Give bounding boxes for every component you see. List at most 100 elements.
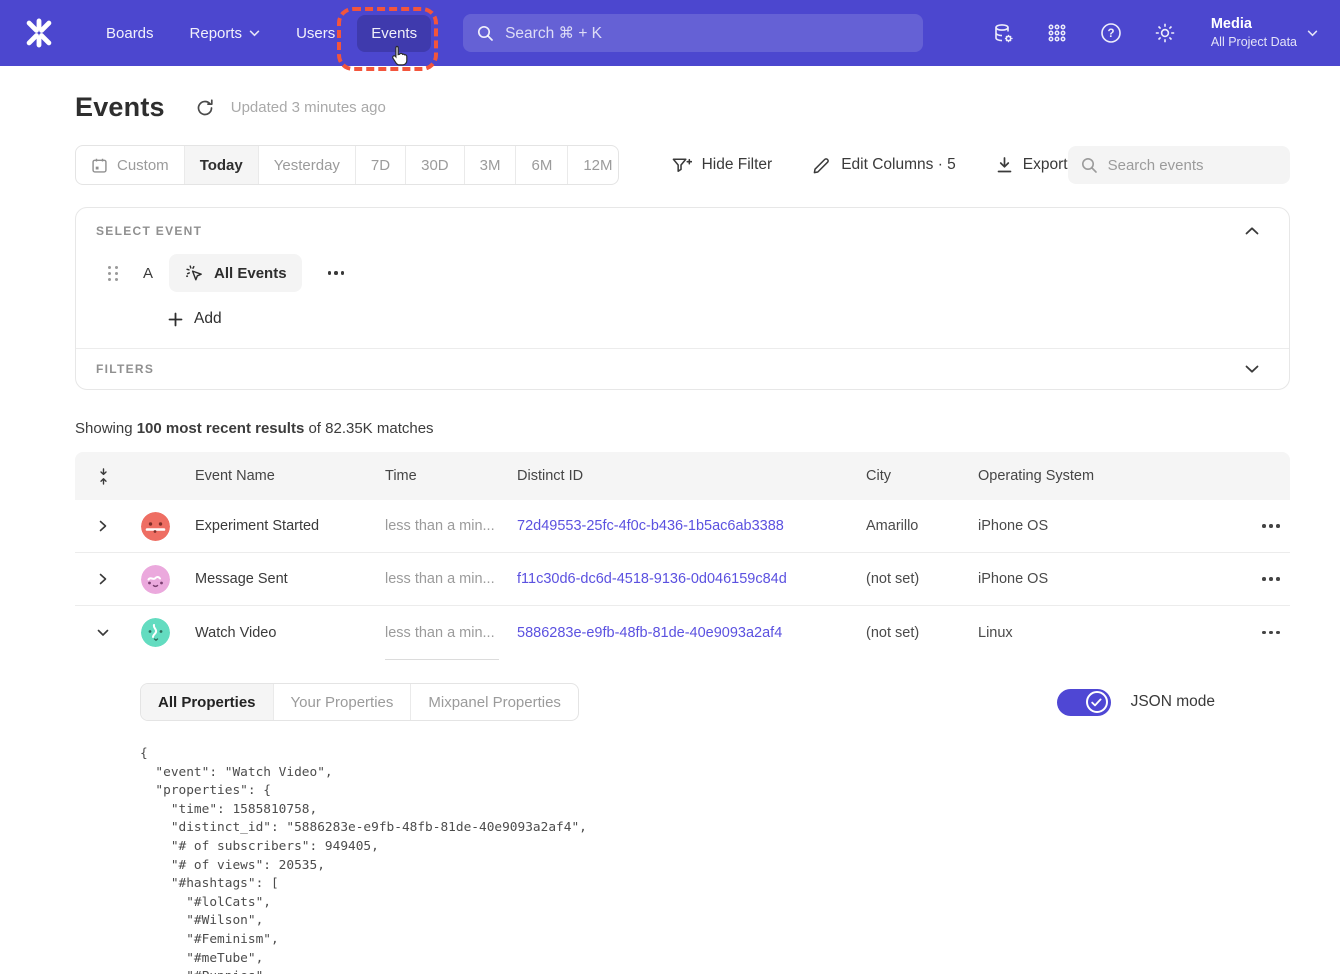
data-management-icon[interactable] [991,21,1015,45]
plus-icon [168,312,183,327]
drag-handle[interactable] [108,266,119,281]
table-header-row: Event Name Time Distinct ID City Operati… [75,452,1290,500]
apps-grid-icon[interactable] [1045,21,1069,45]
row-more-options-icon[interactable] [1262,631,1290,635]
date-option-6m[interactable]: 6M [516,146,568,184]
event-avatar [141,512,170,541]
filter-funnel-icon [671,156,692,175]
global-search-placeholder: Search ⌘ + K [505,24,602,43]
collapse-section-icon[interactable] [1245,224,1259,238]
mixpanel-logo-icon[interactable] [22,16,56,50]
column-header-os[interactable]: Operating System [978,468,1168,484]
page-header: Events Updated 3 minutes ago [75,92,1290,123]
collapse-all-rows-icon[interactable] [97,468,110,485]
event-avatar [141,618,170,647]
cell-os: iPhone OS [978,571,1168,587]
export-button[interactable]: Export [996,156,1068,174]
event-selector-button[interactable]: All Events [169,254,302,292]
last-updated-text: Updated 3 minutes ago [231,99,386,116]
cell-time: less than a min... [385,625,517,641]
selected-event-name: All Events [214,265,287,282]
date-option-custom[interactable]: Custom [76,146,185,184]
tab-mixpanel-properties[interactable]: Mixpanel Properties [411,684,578,720]
column-header-event-name[interactable]: Event Name [195,468,385,484]
properties-tabs: All Properties Your Properties Mixpanel … [140,683,579,721]
date-option-yesterday[interactable]: Yesterday [259,146,356,184]
select-event-section: SELECT EVENT A All Events [76,208,1289,348]
nav-item-boards[interactable]: Boards [92,15,168,52]
events-page: Events Updated 3 minutes ago Custom Toda… [0,66,1340,974]
event-step-letter: A [143,265,153,282]
svg-text:?: ? [1107,28,1114,40]
cell-time: less than a min... [385,571,517,587]
date-range-control: Custom Today Yesterday 7D 30D 3M 6M 12M [75,145,619,185]
date-option-12m[interactable]: 12M [568,146,618,184]
cursor-pointer-icon [388,44,410,68]
add-event-button[interactable]: Add [168,310,1269,328]
column-header-distinct-id[interactable]: Distinct ID [517,468,866,484]
edit-columns-button[interactable]: Edit Columns · 5 [812,156,956,175]
table-row[interactable]: Message Sent less than a min... f11c30d6… [75,553,1290,606]
row-more-options-icon[interactable] [1262,577,1290,581]
project-selector[interactable]: Media All Project Data [1211,15,1318,51]
cell-event-name: Watch Video [195,625,385,641]
date-option-7d[interactable]: 7D [356,146,406,184]
nav-item-reports[interactable]: Reports [176,15,275,52]
expand-row-icon[interactable] [97,573,109,585]
cell-distinct-id-link[interactable]: 5886283e-e9fb-48fb-81de-40e9093a2af4 [517,625,866,641]
event-detail-panel: All Properties Your Properties Mixpanel … [75,659,1290,974]
tab-your-properties[interactable]: Your Properties [274,684,412,720]
cell-os: Linux [978,625,1168,641]
cell-os: iPhone OS [978,518,1168,534]
results-count: 100 most recent results [137,420,305,437]
json-mode-toggle[interactable] [1057,689,1111,716]
pencil-icon [812,156,831,175]
search-events-input[interactable]: Search events [1068,146,1290,184]
primary-nav: Boards Reports Users Events [92,15,431,52]
help-icon[interactable]: ? [1099,21,1123,45]
search-icon [477,25,494,42]
column-header-time[interactable]: Time [385,468,517,484]
search-events-placeholder: Search events [1108,157,1204,174]
expand-row-icon[interactable] [97,520,109,532]
events-table: Event Name Time Distinct ID City Operati… [75,452,1290,974]
column-header-city[interactable]: City [866,468,978,484]
event-avatar [141,565,170,594]
check-icon [1091,698,1102,707]
chevron-down-icon [1307,30,1318,37]
calendar-icon [91,157,108,174]
json-mode-label: JSON mode [1131,693,1215,711]
page-title: Events [75,92,165,123]
filters-section[interactable]: FILTERS [76,349,1289,389]
magic-cursor-icon [184,263,205,284]
nav-item-users[interactable]: Users [282,15,349,52]
query-builder-card: SELECT EVENT A All Events [75,207,1290,390]
toggle-knob [1086,691,1108,713]
cell-event-name: Message Sent [195,571,385,587]
cell-city: (not set) [866,571,978,587]
row-more-options-icon[interactable] [1262,524,1290,528]
date-option-today[interactable]: Today [185,146,259,184]
global-search-input[interactable]: Search ⌘ + K [463,14,923,52]
cell-distinct-id-link[interactable]: f11c30d6-dc6d-4518-9136-0d046159c84d [517,571,866,587]
expand-section-icon[interactable] [1245,362,1259,376]
event-more-options-icon[interactable] [328,271,345,275]
collapse-row-icon[interactable] [97,627,109,639]
settings-gear-icon[interactable] [1153,21,1177,45]
cell-city: (not set) [866,625,978,641]
cell-time: less than a min... [385,518,517,534]
select-event-label: SELECT EVENT [96,224,202,238]
table-row[interactable]: Experiment Started less than a min... 72… [75,500,1290,553]
chevron-down-icon [249,30,260,37]
project-scope: All Project Data [1211,34,1297,51]
project-name: Media [1211,15,1297,35]
download-icon [996,156,1013,174]
cell-distinct-id-link[interactable]: 72d49553-25fc-4f0c-b436-1b5ac6ab3388 [517,518,866,534]
refresh-icon[interactable] [195,98,215,118]
date-option-30d[interactable]: 30D [406,146,465,184]
hide-filter-button[interactable]: Hide Filter [671,156,773,175]
tab-all-properties[interactable]: All Properties [141,684,274,720]
cell-city: Amarillo [866,518,978,534]
table-row-expanded[interactable]: Watch Video less than a min... 5886283e-… [75,606,1290,659]
date-option-3m[interactable]: 3M [465,146,517,184]
